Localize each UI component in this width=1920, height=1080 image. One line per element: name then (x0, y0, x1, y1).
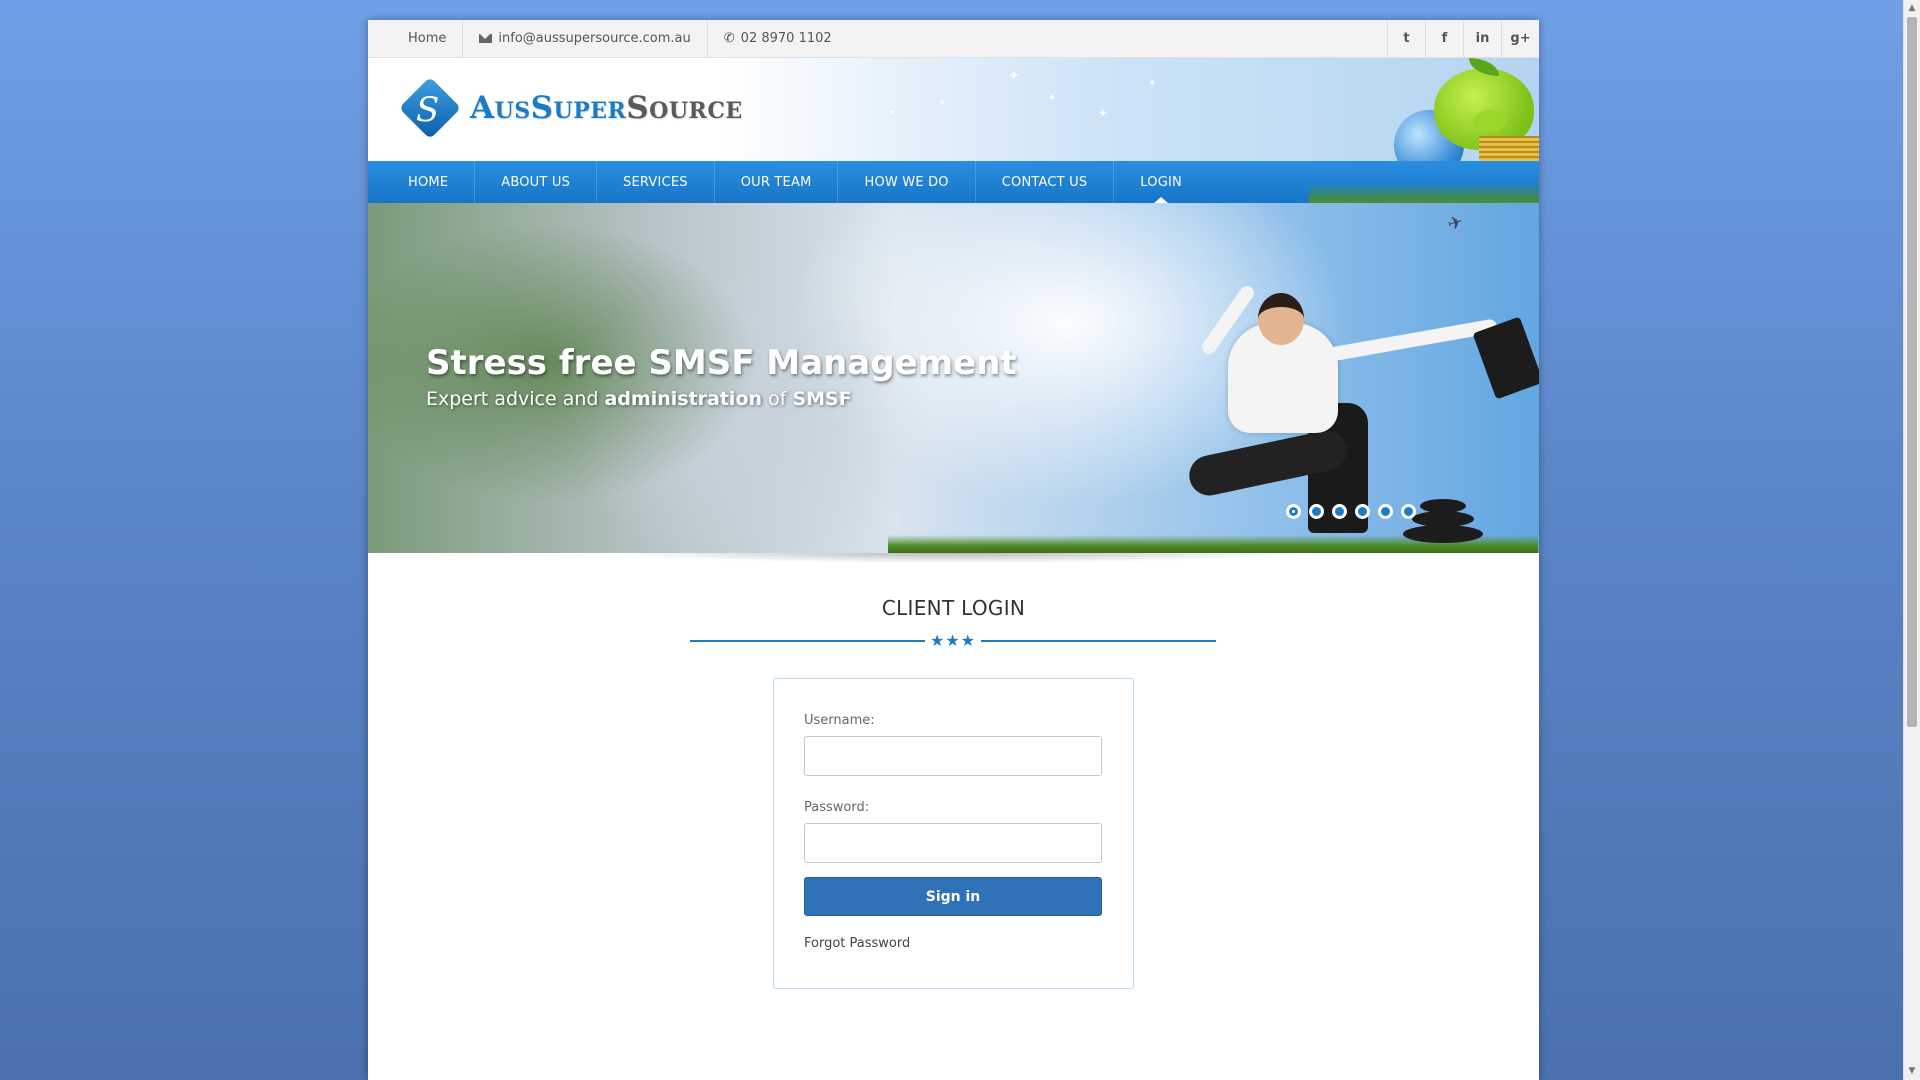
slide-subtitle-bold: SMSF (792, 388, 852, 410)
sparkle-icon: ✦ (1048, 93, 1057, 104)
nav-item-services[interactable]: SERVICES (597, 161, 715, 203)
sparkle-icon: ✦ (888, 108, 896, 118)
stars-icon: ★★★ (929, 631, 977, 650)
briefcase-icon (1472, 316, 1539, 400)
piggy-snout (1474, 110, 1506, 132)
twitter-icon[interactable]: t (1387, 20, 1425, 57)
divider-line (690, 640, 925, 642)
slider-dot-6[interactable] (1401, 504, 1416, 519)
slide-title: Stress free SMSF Management (426, 343, 1017, 383)
nav-item-login[interactable]: LOGIN (1114, 161, 1208, 203)
slide-subtitle-text: Expert advice and (426, 388, 605, 410)
sparkle-icon: ✦ (1098, 106, 1109, 120)
sign-in-button[interactable]: Sign in (804, 877, 1102, 916)
slider-dot-2[interactable] (1309, 504, 1324, 519)
browser-scrollbar[interactable]: ▲ ▼ (1903, 0, 1920, 1080)
slider-dot-4[interactable] (1355, 504, 1370, 519)
slider-shadow (368, 553, 1539, 571)
logo-emblem-icon: S (398, 76, 462, 140)
login-form: Username: Password: Sign in Forgot Passw… (773, 678, 1134, 989)
topbar-email[interactable]: info@aussupersource.com.au (498, 31, 690, 46)
title-divider: ★★★ (690, 631, 1216, 650)
envelope-icon (479, 34, 493, 43)
nav-item-contact-us[interactable]: CONTACT US (976, 161, 1115, 203)
logo-text-part2: Source (626, 90, 743, 126)
slide-subtitle: Expert advice and administration of SMSF (426, 388, 852, 410)
facebook-icon[interactable]: f (1425, 20, 1463, 57)
phone-icon: ✆ (723, 31, 735, 46)
scroll-up-arrow-icon[interactable]: ▲ (1904, 0, 1920, 17)
piggy-bank-illustration (1379, 58, 1539, 161)
airplane-icon: ✈ (1445, 211, 1466, 236)
password-label: Password: (804, 800, 870, 815)
linkedin-icon[interactable]: in (1463, 20, 1501, 57)
nav-item-how-we-do[interactable]: HOW WE DO (838, 161, 976, 203)
topbar-phone-number[interactable]: 02 8970 1102 (741, 31, 832, 46)
login-section: CLIENT LOGIN ★★★ Username: Password: Sig… (368, 571, 1539, 1080)
topbar-home-link[interactable]: Home (368, 20, 464, 57)
topbar-home-label[interactable]: Home (408, 31, 446, 46)
slide-subtitle-text: of (762, 388, 793, 410)
google-plus-icon[interactable]: g+ (1501, 20, 1539, 57)
main-nav: HOME ABOUT US SERVICES OUR TEAM HOW WE D… (368, 161, 1539, 203)
scroll-down-arrow-icon[interactable]: ▼ (1904, 1063, 1920, 1080)
nav-item-our-team[interactable]: OUR TEAM (715, 161, 839, 203)
slider-dot-3[interactable] (1332, 504, 1347, 519)
slider-dot-1[interactable] (1286, 504, 1301, 519)
coin-stack-icon (1479, 136, 1539, 161)
sparkle-icon: ✦ (1008, 68, 1020, 84)
sparkle-icon: ✦ (1148, 78, 1157, 89)
divider-line (981, 640, 1216, 642)
section-title: CLIENT LOGIN (881, 596, 1026, 620)
logo-wordmark: AusSuperSource (470, 90, 743, 126)
hero-slider: ✈ Stress free SMSF Management Expert adv… (368, 203, 1539, 553)
site-logo[interactable]: S AusSuperSource (398, 76, 743, 140)
site-header: ✦ ✦ ✦ ✦ ✦ ✦ S AusSuperSource (368, 58, 1539, 161)
slider-dot-5[interactable] (1378, 504, 1393, 519)
page-container: Home info@aussupersource.com.au ✆ 02 897… (368, 20, 1539, 1080)
nav-item-about-us[interactable]: ABOUT US (475, 161, 598, 203)
password-input[interactable] (804, 823, 1102, 863)
slider-pagination (1286, 504, 1416, 519)
username-input[interactable] (804, 736, 1102, 776)
sparkle-icon: ✦ (938, 98, 947, 109)
nav-grass-decoration (1309, 183, 1539, 203)
topbar-phone[interactable]: ✆ 02 8970 1102 (708, 20, 848, 57)
top-bar: Home info@aussupersource.com.au ✆ 02 897… (368, 20, 1539, 58)
username-label: Username: (804, 713, 875, 728)
forgot-password-link[interactable]: Forgot Password (804, 936, 1103, 951)
scrollbar-thumb[interactable] (1907, 17, 1917, 727)
topbar-email-link[interactable]: info@aussupersource.com.au (463, 20, 708, 57)
slide-subtitle-bold: administration (604, 388, 763, 410)
nav-item-home[interactable]: HOME (368, 161, 476, 203)
logo-text-part1: AusSuper (470, 90, 627, 126)
